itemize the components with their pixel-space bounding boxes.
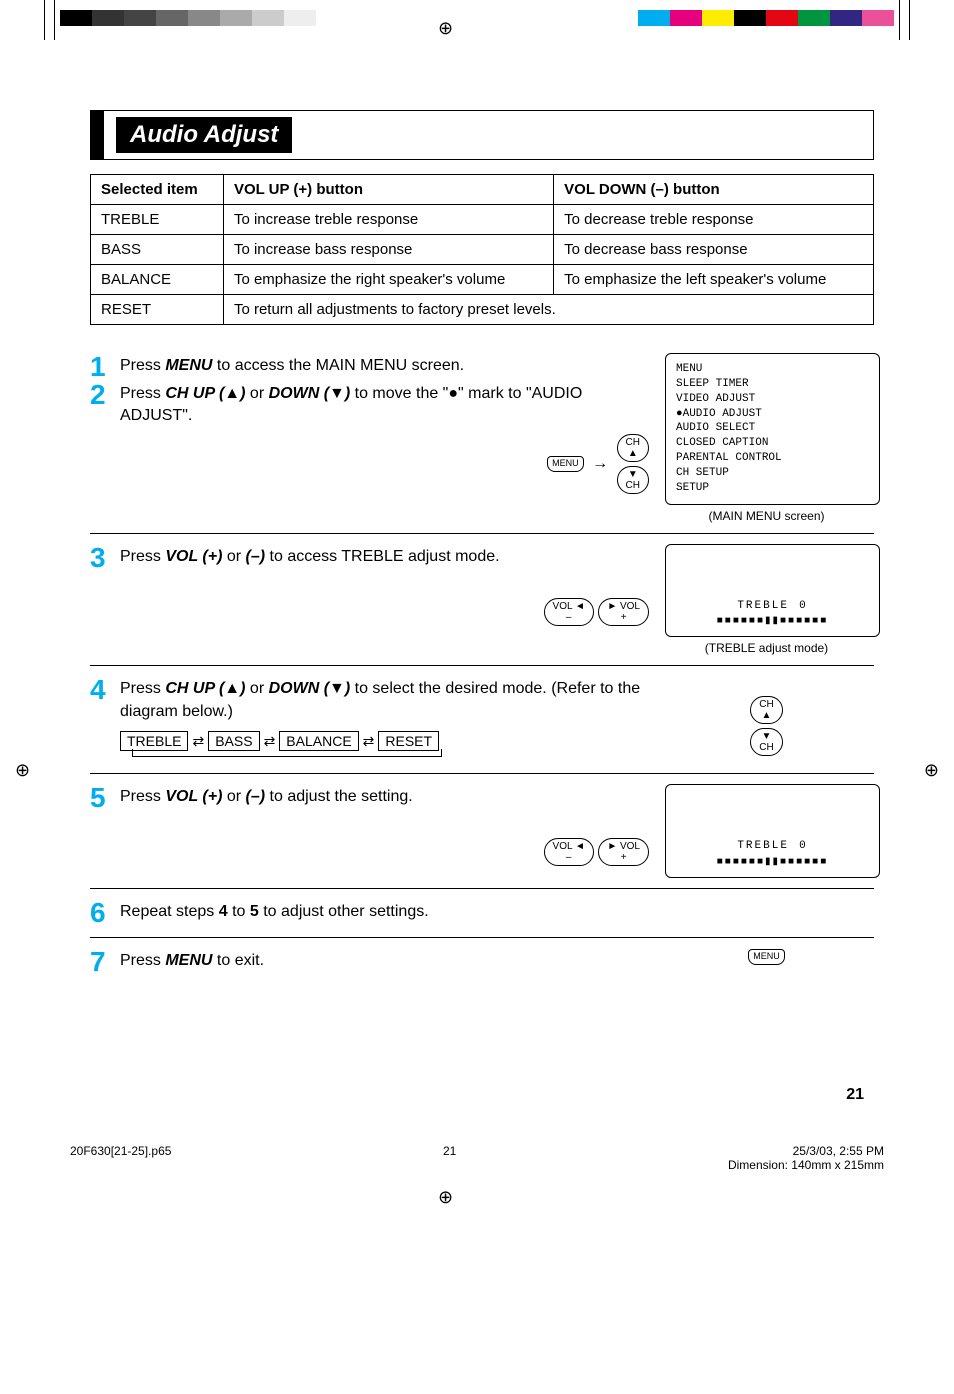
vol-minus-button-icon: VOL ◄– [544, 838, 594, 866]
page-content: Audio Adjust Selected item VOL UP (+) bu… [0, 60, 954, 1124]
step-1-2: 1 Press MENU to access the MAIN MENU scr… [90, 343, 874, 534]
section-title-frame: Audio Adjust [90, 110, 874, 160]
step-number: 2 [90, 381, 120, 494]
step-number: 1 [90, 353, 120, 381]
footer-page: 21 [443, 1144, 456, 1172]
step-7: 7 Press MENU to exit. [90, 938, 874, 986]
table-row: RESET To return all adjustments to facto… [91, 295, 874, 325]
registration-mark-icon: ⊕ [438, 18, 453, 39]
step-3: 3 Press VOL (+) or (–) to access TREBLE … [90, 534, 874, 667]
registration-mark-icon: ⊕ [15, 760, 30, 781]
table-row: BASS To increase bass response To decrea… [91, 235, 874, 265]
vol-plus-button-icon: ► VOL+ [598, 598, 649, 626]
table-row: BALANCE To emphasize the right speaker's… [91, 265, 874, 295]
mode-flow-diagram: TREBLE⇄BASS⇄BALANCE⇄RESET [120, 731, 649, 759]
double-arrow-icon: ⇄ [359, 733, 379, 750]
crop-mark [899, 0, 900, 40]
table-header: VOL DOWN (–) button [554, 175, 874, 205]
step-number: 7 [90, 948, 120, 976]
treble-adjust-screen: TREBLE 0 ■■■■■■▮▮■■■■■■ [665, 544, 880, 638]
color-bar-right [638, 10, 894, 26]
crop-mark [44, 0, 45, 40]
table-header: Selected item [91, 175, 224, 205]
table-header-row: Selected item VOL UP (+) button VOL DOWN… [91, 175, 874, 205]
step-number: 3 [90, 544, 120, 572]
vol-minus-button-icon: VOL ◄– [544, 598, 594, 626]
ch-down-button-icon: ▼CH [750, 728, 782, 756]
registration-mark-icon: ⊕ [438, 1187, 453, 1208]
footer-dimension: Dimension: 140mm x 215mm [728, 1158, 884, 1172]
double-arrow-icon: ⇄ [260, 733, 280, 750]
crop-mark [909, 0, 910, 40]
registration-mark-icon: ⊕ [924, 760, 939, 781]
step-5: 5 Press VOL (+) or (–) to adjust the set… [90, 774, 874, 889]
ch-up-button-icon: CH▲ [750, 696, 782, 724]
arrow-right-icon: → [588, 455, 612, 472]
double-arrow-icon: ⇄ [188, 733, 208, 750]
print-marks-top: ⊕ [0, 0, 954, 60]
screen-caption: (TREBLE adjust mode) [659, 641, 874, 655]
ch-up-button-icon: CH▲ [617, 434, 649, 462]
print-marks-bottom: ⊕ [0, 1182, 954, 1232]
menu-button-icon [547, 456, 584, 472]
ch-down-button-icon: ▼CH [617, 466, 649, 494]
menu-button-icon [748, 949, 785, 965]
step-4: 4 Press CH UP (▲) or DOWN (▼) to select … [90, 666, 874, 774]
slider-bar-icon: ■■■■■■▮▮■■■■■■ [717, 615, 829, 626]
table-row: TREBLE To increase treble response To de… [91, 205, 874, 235]
print-footer: 20F630[21-25].p65 21 25/3/03, 2:55 PM Di… [0, 1124, 954, 1182]
slider-bar-icon: ■■■■■■▮▮■■■■■■ [717, 856, 829, 867]
color-bar-left [60, 10, 316, 26]
table-header: VOL UP (+) button [223, 175, 553, 205]
adjust-table: Selected item VOL UP (+) button VOL DOWN… [90, 174, 874, 325]
main-menu-screen: MENU SLEEP TIMER VIDEO ADJUST ●AUDIO ADJ… [665, 353, 880, 505]
footer-date: 25/3/03, 2:55 PM [793, 1144, 884, 1158]
treble-adjust-screen: TREBLE 0 ■■■■■■▮▮■■■■■■ [665, 784, 880, 878]
footer-file: 20F630[21-25].p65 [70, 1144, 171, 1172]
step-number: 6 [90, 899, 120, 927]
step-6: 6 Repeat steps 4 to 5 to adjust other se… [90, 889, 874, 938]
step-number: 4 [90, 676, 120, 704]
section-title: Audio Adjust [116, 117, 292, 153]
page-number: 21 [90, 1086, 874, 1104]
vol-plus-button-icon: ► VOL+ [598, 838, 649, 866]
crop-mark [54, 0, 55, 40]
step-number: 5 [90, 784, 120, 812]
screen-caption: (MAIN MENU screen) [659, 509, 874, 523]
